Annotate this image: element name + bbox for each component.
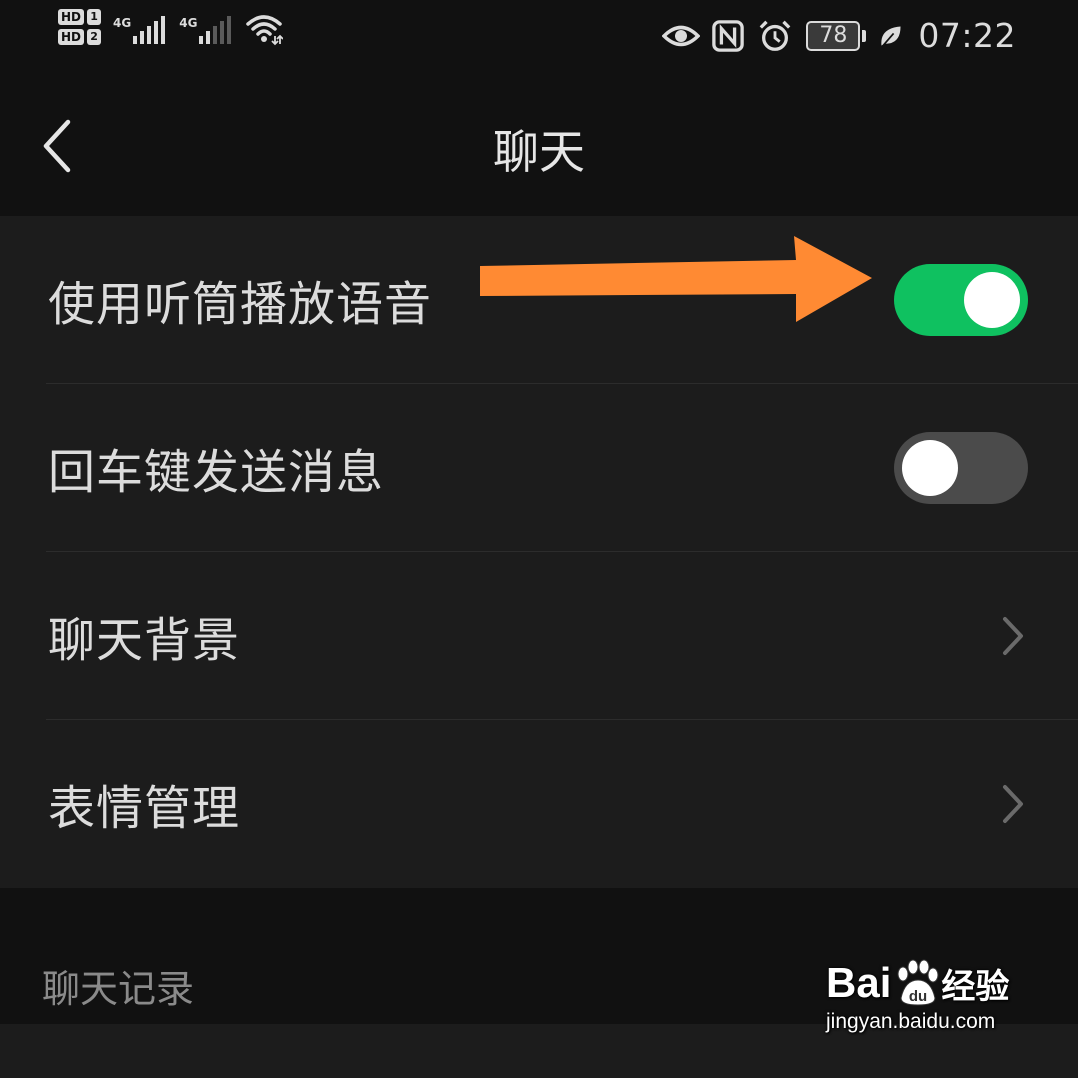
paw-icon: du: [897, 959, 939, 1006]
sim-slot-number: 1: [87, 9, 102, 25]
clock-time: 07:22: [918, 16, 1016, 55]
setting-label: 回车键发送消息: [48, 445, 384, 501]
watermark-brand: Bai: [826, 959, 892, 1006]
sim-slot-number: 2: [87, 29, 102, 45]
sim1-hd-indicator: HD 1: [58, 9, 102, 25]
hd-badge: HD: [58, 9, 85, 25]
signal-bars: [199, 10, 232, 44]
status-bar-left: HD 1 HD 2 4G 4G: [58, 8, 284, 46]
section-header-chat-history: 聊天记录: [42, 967, 195, 1011]
chevron-right-icon: [1003, 785, 1023, 823]
hd-indicators: HD 1 HD 2: [58, 9, 102, 45]
toggle-knob: [964, 272, 1020, 328]
navigation-header: 聊天: [0, 76, 1078, 216]
battery-icon: 78: [806, 20, 867, 51]
nfc-icon: [712, 19, 745, 52]
watermark-brand-tail: 经验: [941, 967, 1010, 1006]
eye-icon: [662, 25, 701, 46]
settings-list: 使用听筒播放语音 回车键发送消息 聊天背景 表情管理: [0, 216, 1078, 888]
page-title: 聊天: [493, 125, 585, 179]
sim1-signal-icon: 4G: [113, 10, 166, 44]
status-bar: HD 1 HD 2 4G 4G 78 07:22: [0, 0, 1078, 76]
baidu-jingyan-watermark: Bai du 经验 jingyan.baidu.com: [826, 958, 1026, 1058]
network-type-label: 4G: [113, 16, 132, 30]
alarm-icon: [760, 20, 791, 51]
setting-row-sticker-management[interactable]: 表情管理: [0, 720, 1078, 888]
chevron-right-icon: [1003, 617, 1023, 655]
leaf-icon: [881, 25, 901, 47]
setting-label: 聊天背景: [48, 613, 240, 669]
battery-level: 78: [806, 20, 861, 51]
earpiece-voice-toggle[interactable]: [894, 264, 1028, 336]
signal-bars: [133, 10, 166, 44]
setting-row-chat-background[interactable]: 聊天背景: [0, 552, 1078, 720]
watermark-url: jingyan.baidu.com: [826, 1010, 996, 1033]
wifi-icon: [246, 15, 284, 46]
network-type-label: 4G: [179, 16, 198, 30]
sim2-signal-icon: 4G: [179, 10, 232, 44]
setting-row-enter-to-send[interactable]: 回车键发送消息: [0, 384, 1078, 552]
enter-to-send-toggle[interactable]: [894, 432, 1028, 504]
status-bar-right: 78 07:22: [662, 16, 1016, 55]
setting-label: 使用听筒播放语音: [48, 277, 432, 333]
setting-label: 表情管理: [48, 781, 240, 837]
wechat-chat-settings-screen: HD 1 HD 2 4G 4G 78 07:22 聊天 使用听筒播放语音 回车键…: [0, 0, 1078, 1078]
baidu-logo: Bai du 经验: [826, 958, 1026, 1008]
svg-text:du: du: [909, 988, 927, 1005]
sim2-hd-indicator: HD 2: [58, 29, 102, 45]
toggle-knob: [902, 440, 958, 496]
setting-row-earpiece-voice[interactable]: 使用听筒播放语音: [0, 216, 1078, 384]
hd-badge: HD: [58, 29, 85, 45]
